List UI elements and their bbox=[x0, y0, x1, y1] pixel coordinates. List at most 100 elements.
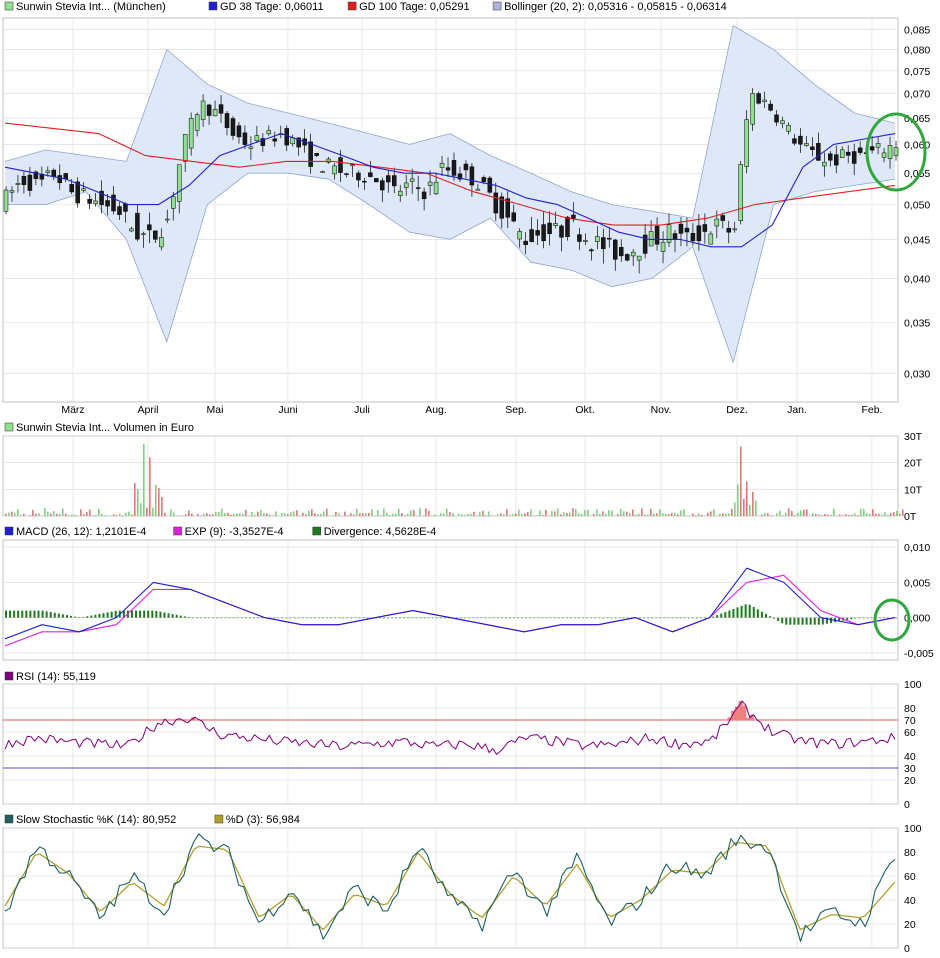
divergence-bar bbox=[618, 617, 621, 619]
candle-body bbox=[523, 240, 528, 245]
candle-body bbox=[690, 233, 696, 242]
volume-bar bbox=[554, 511, 556, 516]
volume-bar bbox=[347, 515, 349, 516]
candle-body bbox=[57, 175, 63, 184]
x-label-5: Aug. bbox=[425, 404, 447, 416]
divergence-bar bbox=[419, 617, 422, 619]
divergence-bar bbox=[655, 617, 658, 619]
divergence-bar bbox=[244, 617, 247, 619]
divergence-bar bbox=[297, 617, 300, 619]
divergence-bar bbox=[49, 612, 52, 618]
volume-bar bbox=[728, 513, 730, 516]
volume-bar bbox=[209, 514, 211, 516]
divergence-bar bbox=[240, 617, 243, 619]
volume-bar bbox=[365, 513, 367, 516]
y-tick-rsi-3: 40 bbox=[904, 751, 916, 763]
candle-body bbox=[212, 109, 218, 117]
candle-body bbox=[613, 239, 618, 260]
divergence-bar bbox=[500, 617, 503, 619]
divergence-bar bbox=[728, 610, 731, 618]
volume-bar bbox=[305, 514, 307, 516]
divergence-bar bbox=[781, 617, 784, 624]
candle-body bbox=[786, 124, 791, 132]
divergence-bar bbox=[45, 611, 48, 618]
volume-bar bbox=[449, 511, 451, 516]
divergence-bar bbox=[350, 617, 353, 619]
volume-bar bbox=[620, 509, 622, 516]
volume-bar bbox=[893, 512, 895, 516]
candle-body bbox=[714, 218, 720, 227]
divergence-bar bbox=[626, 617, 629, 619]
volume-bar bbox=[116, 515, 118, 516]
volume-bar bbox=[617, 514, 619, 516]
candle-body bbox=[601, 237, 606, 249]
volume-bar bbox=[887, 514, 889, 516]
volume-bar bbox=[824, 514, 826, 516]
volume-bar bbox=[752, 491, 754, 516]
y-tick-volume-1: 10T bbox=[904, 484, 923, 496]
volume-bar bbox=[782, 515, 784, 516]
volume-bar bbox=[755, 500, 757, 516]
volume-bar bbox=[767, 513, 769, 516]
volume-bar bbox=[608, 509, 610, 516]
divergence-bar bbox=[699, 617, 702, 619]
divergence-bar bbox=[756, 609, 759, 618]
volume-bar bbox=[710, 511, 712, 516]
candle-body bbox=[798, 135, 803, 145]
volume-bar bbox=[308, 510, 310, 516]
divergence-bar bbox=[110, 611, 113, 618]
divergence-bar bbox=[691, 617, 694, 619]
volume-bar bbox=[161, 497, 163, 516]
x-label-11: Feb. bbox=[861, 404, 882, 416]
divergence-bar bbox=[387, 617, 390, 619]
divergence-bar bbox=[732, 608, 735, 618]
legend-swatch-macd-0 bbox=[4, 526, 14, 536]
volume-bar bbox=[95, 514, 97, 516]
divergence-bar bbox=[866, 617, 869, 619]
candle-body bbox=[248, 146, 254, 149]
divergence-bar bbox=[179, 615, 182, 618]
candle-body bbox=[320, 171, 325, 173]
volume-bar bbox=[650, 508, 652, 516]
divergence-bar bbox=[602, 617, 605, 619]
divergence-bar bbox=[326, 617, 329, 619]
volume-bar bbox=[383, 508, 385, 516]
volume-bar bbox=[290, 512, 292, 516]
divergence-bar bbox=[512, 617, 515, 619]
divergence-bar bbox=[33, 610, 36, 618]
candle-body bbox=[720, 215, 726, 221]
volume-bar bbox=[335, 511, 337, 516]
volume-bar bbox=[509, 514, 511, 516]
volume-bar bbox=[557, 508, 559, 516]
divergence-bar bbox=[135, 610, 138, 618]
divergence-bar bbox=[342, 617, 345, 619]
volume-bar bbox=[713, 509, 715, 516]
volume-bar bbox=[446, 508, 448, 516]
volume-bar bbox=[392, 513, 394, 516]
volume-bar bbox=[827, 514, 829, 516]
candle-body bbox=[374, 178, 379, 183]
divergence-bar bbox=[793, 617, 796, 625]
divergence-bar bbox=[578, 617, 581, 619]
x-label-3: Juni bbox=[278, 404, 297, 416]
volume-bar bbox=[11, 511, 13, 516]
y-tick-price-4: 0,050 bbox=[904, 200, 930, 212]
divergence-bar bbox=[252, 617, 255, 619]
divergence-bar bbox=[850, 617, 853, 620]
divergence-bar bbox=[614, 617, 617, 619]
candle-body bbox=[63, 173, 68, 180]
volume-bar bbox=[668, 514, 670, 516]
volume-bar bbox=[866, 513, 868, 516]
candle-body bbox=[218, 104, 224, 114]
volume-bar bbox=[251, 511, 253, 516]
divergence-bar bbox=[196, 617, 199, 619]
x-label-4: Juli bbox=[354, 404, 370, 416]
y-tick-stoch-3: 60 bbox=[904, 871, 916, 883]
volume-bar bbox=[806, 509, 808, 516]
divergence-bar bbox=[443, 617, 446, 619]
volume-bar bbox=[881, 514, 883, 516]
divergence-bar bbox=[476, 617, 479, 619]
y-tick-volume-3: 30T bbox=[904, 431, 923, 443]
volume-bar bbox=[119, 513, 121, 516]
volume-bar bbox=[218, 511, 220, 516]
